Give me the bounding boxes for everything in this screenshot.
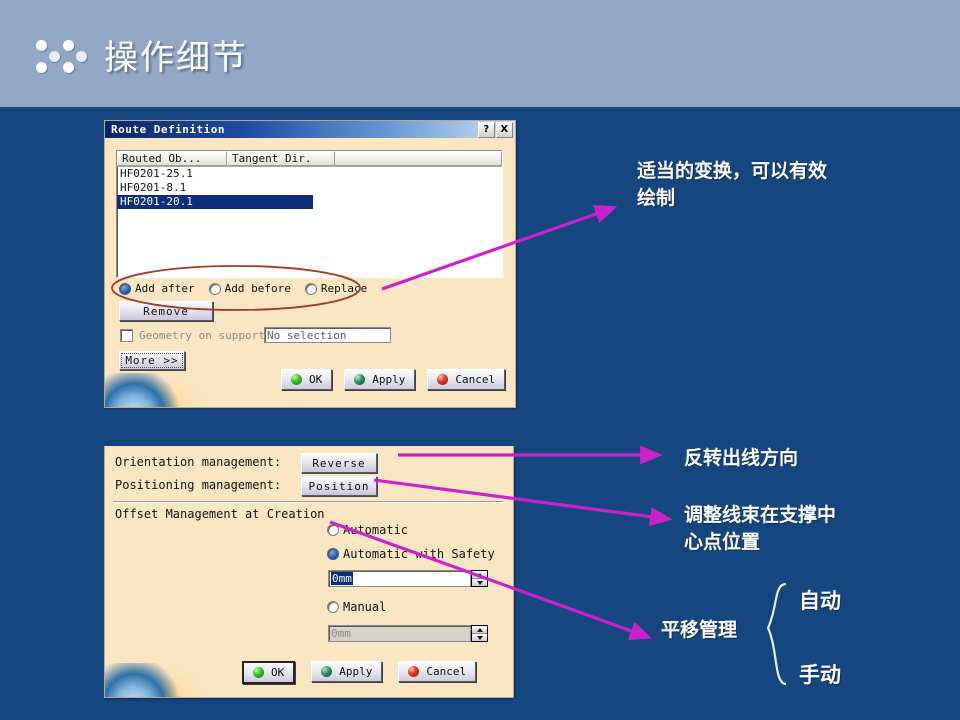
ok-label: OK — [309, 373, 323, 386]
cancel-button[interactable]: Cancel — [427, 369, 506, 390]
annotation-brace-bottom: 手动 — [799, 662, 841, 687]
dot — [63, 62, 74, 73]
radio-label: Manual — [343, 600, 387, 614]
dot — [49, 51, 60, 62]
radio-indicator — [327, 601, 339, 613]
cancel-label: Cancel — [426, 665, 467, 678]
geometry-on-support-label: Geometry on support — [139, 329, 265, 342]
radio-label: Add after — [135, 282, 195, 295]
geometry-on-support-checkbox[interactable] — [120, 329, 133, 342]
help-icon[interactable]: ? — [478, 121, 495, 138]
annotation-note1: 适当的变换，可以有效 绘制 — [637, 160, 828, 209]
radio-indicator — [119, 282, 131, 295]
annotation-note3: 调整线束在支撑中 心点位置 — [684, 504, 837, 553]
ok-ball-icon — [291, 374, 302, 385]
radio-replace[interactable]: Replace — [304, 282, 368, 295]
decorative-dots-right — [63, 40, 95, 73]
radio-label: Replace — [320, 282, 368, 295]
radio-label: Automatic — [343, 523, 409, 537]
manual-offset-spinner: 0mm — [328, 625, 488, 642]
orientation-management-label: Orientation management: — [115, 455, 282, 469]
page-title: 操作细节 — [104, 38, 248, 78]
divider — [113, 501, 503, 503]
ok-button[interactable]: OK — [281, 369, 333, 390]
radio-add-after[interactable]: Add after — [119, 282, 195, 295]
cancel-ball-icon — [437, 374, 449, 385]
radio-label: Automatic with Safety — [343, 547, 495, 561]
column-header-routed-obj[interactable]: Routed Ob... — [117, 151, 227, 166]
radio-indicator — [304, 282, 317, 295]
geometry-selection-value: No selection — [267, 328, 347, 342]
list-header: Routed Ob... Tangent Dir. — [117, 151, 502, 167]
spinner-up-icon — [472, 626, 487, 634]
dot — [36, 40, 47, 51]
dot — [36, 62, 47, 73]
geometry-selection-field[interactable]: No selection — [264, 327, 391, 343]
position-button[interactable]: Position — [301, 476, 377, 496]
grouping-brace — [766, 582, 787, 686]
offset-management-dialog[interactable]: Orientation management: Reverse Position… — [104, 446, 514, 698]
annotation-note2: 反转出线方向 — [684, 447, 799, 469]
cancel-label: Cancel — [455, 373, 496, 386]
radio-automatic-with-safety[interactable]: Automatic with Safety — [327, 547, 495, 561]
route-definition-dialog[interactable]: Route Definition ? X Routed Ob... Tangen… — [104, 120, 516, 408]
dialog-title: Route Definition — [111, 123, 225, 136]
radio-indicator — [327, 548, 339, 560]
manual-offset-input: 0mm — [328, 625, 471, 642]
apply-ball-icon — [321, 666, 333, 677]
radio-add-before[interactable]: Add before — [208, 282, 291, 295]
radio-manual[interactable]: Manual — [327, 600, 386, 614]
slide-header: 操作细节 — [0, 0, 960, 107]
list-item[interactable]: HF0201-8.1 — [117, 181, 502, 195]
apply-ball-icon — [354, 374, 366, 385]
globe-artwork — [105, 663, 201, 697]
apply-label: Apply — [339, 665, 373, 678]
safety-offset-spinner[interactable]: 0mm — [328, 570, 488, 587]
annotation-brace-top: 自动 — [799, 588, 841, 613]
routed-objects-list[interactable]: Routed Ob... Tangent Dir. HF0201-25.1 HF… — [116, 150, 503, 278]
column-header-filler — [335, 151, 502, 166]
manual-offset-value: 0mm — [331, 627, 351, 640]
cancel-ball-icon — [408, 666, 420, 677]
spinner-up-icon[interactable] — [472, 571, 487, 579]
spinner-down-icon[interactable] — [472, 579, 487, 586]
close-icon[interactable]: X — [496, 121, 513, 138]
radio-indicator — [327, 524, 339, 536]
remove-button[interactable]: Remove — [119, 301, 213, 321]
dot — [63, 40, 74, 51]
more-button[interactable]: More >> — [119, 351, 185, 370]
globe-artwork — [105, 373, 201, 407]
annotation-note4: 平移管理 — [661, 619, 738, 641]
apply-button[interactable]: Apply — [311, 661, 383, 682]
list-item[interactable]: HF0201-25.1 — [117, 167, 502, 181]
safety-offset-value: 0mm — [331, 572, 353, 585]
list-item-selected[interactable]: HF0201-20.1 — [117, 195, 313, 209]
cancel-button[interactable]: Cancel — [398, 661, 477, 682]
ok-label: OK — [271, 666, 285, 679]
ok-ball-icon — [253, 667, 264, 678]
manual-spinner-buttons — [471, 625, 488, 642]
spinner-down-icon — [472, 634, 487, 641]
dialog-titlebar: Route Definition ? X — [105, 121, 515, 138]
positioning-management-label: Positioning management: — [115, 478, 282, 492]
radio-label: Add before — [224, 282, 291, 295]
apply-button[interactable]: Apply — [344, 369, 416, 390]
column-header-tangent-dir[interactable]: Tangent Dir. — [227, 151, 335, 166]
reverse-button[interactable]: Reverse — [301, 453, 377, 473]
radio-indicator — [208, 282, 221, 295]
safety-spinner-buttons[interactable] — [471, 570, 488, 587]
safety-offset-input[interactable]: 0mm — [328, 570, 471, 587]
ok-button[interactable]: OK — [242, 661, 296, 684]
apply-label: Apply — [372, 373, 406, 386]
offset-section-label: Offset Management at Creation — [115, 507, 325, 521]
radio-automatic[interactable]: Automatic — [327, 523, 408, 537]
dot — [76, 51, 87, 62]
